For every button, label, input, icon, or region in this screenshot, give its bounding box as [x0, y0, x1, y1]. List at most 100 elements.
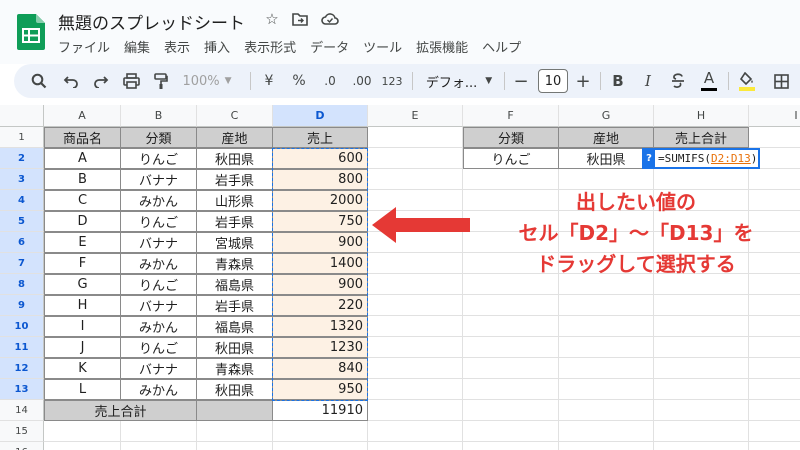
empty-cell[interactable]	[273, 442, 368, 450]
table-cell[interactable]: りんご	[120, 274, 197, 295]
column-header-d[interactable]: D	[273, 105, 368, 127]
empty-cell[interactable]	[654, 400, 749, 421]
table-cell[interactable]: 900	[272, 232, 368, 253]
column-header-f[interactable]: F	[463, 105, 559, 127]
row-header-16[interactable]: 16	[0, 442, 44, 450]
empty-cell[interactable]	[44, 421, 121, 442]
empty-cell[interactable]	[368, 169, 463, 190]
empty-cell[interactable]	[654, 379, 749, 400]
font-size-input[interactable]: 10	[538, 69, 568, 93]
table-cell[interactable]: 950	[272, 379, 368, 400]
paint-format-icon[interactable]	[150, 64, 172, 98]
table-cell[interactable]: 220	[272, 295, 368, 316]
total-value-cell[interactable]: 11910	[272, 400, 368, 421]
table-cell[interactable]: 岩手県	[196, 211, 273, 232]
table-header-category[interactable]: 分類	[120, 127, 197, 148]
menu-format[interactable]: 表示形式	[244, 37, 296, 57]
cloud-status-icon[interactable]	[320, 9, 340, 29]
formula-cell-h2[interactable]: ? =SUMIFS(D2:D13)	[642, 148, 760, 169]
empty-cell[interactable]	[559, 316, 654, 337]
menu-insert[interactable]: 挿入	[204, 37, 230, 57]
empty-cell[interactable]	[463, 358, 559, 379]
sheets-logo-icon[interactable]	[17, 14, 45, 50]
column-header-a[interactable]: A	[44, 105, 121, 127]
table-cell[interactable]: みかん	[120, 190, 197, 211]
table-cell[interactable]: 岩手県	[196, 295, 273, 316]
empty-cell[interactable]	[463, 316, 559, 337]
italic-button[interactable]: I	[638, 64, 658, 98]
document-title[interactable]: 無題のスプレッドシート	[58, 9, 245, 34]
empty-cell[interactable]	[368, 295, 463, 316]
criteria-category-cell[interactable]: りんご	[463, 148, 559, 169]
table-cell[interactable]: 福島県	[196, 274, 273, 295]
menu-view[interactable]: 表示	[164, 37, 190, 57]
table-cell[interactable]: 2000	[272, 190, 368, 211]
table-cell[interactable]: バナナ	[120, 169, 197, 190]
row-header-13[interactable]: 13	[0, 379, 44, 400]
empty-cell[interactable]	[273, 421, 368, 442]
empty-cell[interactable]	[654, 337, 749, 358]
row-header-4[interactable]: 4	[0, 190, 44, 211]
strikethrough-icon[interactable]	[668, 64, 688, 98]
row-header-15[interactable]: 15	[0, 421, 44, 442]
empty-cell[interactable]	[749, 379, 800, 400]
row-header-9[interactable]: 9	[0, 295, 44, 316]
menu-edit[interactable]: 編集	[124, 37, 150, 57]
table-cell[interactable]: G	[44, 274, 121, 295]
empty-cell[interactable]	[654, 295, 749, 316]
table-cell[interactable]: L	[44, 379, 121, 400]
undo-icon[interactable]	[60, 64, 82, 98]
column-header-c[interactable]: C	[197, 105, 273, 127]
increase-font-size-icon[interactable]: +	[574, 64, 592, 98]
row-header-8[interactable]: 8	[0, 274, 44, 295]
table-header-sales[interactable]: 売上	[272, 127, 368, 148]
currency-format-button[interactable]: ¥	[260, 64, 278, 98]
text-color-button[interactable]: A	[698, 64, 720, 98]
menu-help[interactable]: ヘルプ	[482, 37, 521, 57]
empty-cell[interactable]	[121, 421, 197, 442]
row-header-3[interactable]: 3	[0, 169, 44, 190]
empty-cell[interactable]	[463, 442, 559, 450]
empty-cell[interactable]	[44, 442, 121, 450]
table-cell[interactable]: 800	[272, 169, 368, 190]
empty-cell[interactable]	[749, 421, 800, 442]
empty-cell[interactable]	[463, 421, 559, 442]
empty-cell[interactable]	[749, 295, 800, 316]
search-icon[interactable]	[28, 64, 50, 98]
table-cell[interactable]: 青森県	[196, 358, 273, 379]
table-cell[interactable]: 秋田県	[196, 148, 273, 169]
empty-cell[interactable]	[463, 337, 559, 358]
empty-cell[interactable]	[559, 295, 654, 316]
empty-cell[interactable]	[559, 400, 654, 421]
table-cell[interactable]: 1400	[272, 253, 368, 274]
empty-cell[interactable]	[559, 421, 654, 442]
criteria-origin-cell[interactable]: 秋田県	[558, 148, 654, 169]
total-label-cell[interactable]: 売上合計	[44, 400, 197, 421]
table-header-product[interactable]: 商品名	[44, 127, 121, 148]
empty-cell[interactable]	[749, 316, 800, 337]
empty-cell[interactable]	[368, 421, 463, 442]
table-cell[interactable]: 900	[272, 274, 368, 295]
empty-cell[interactable]	[368, 337, 463, 358]
menu-data[interactable]: データ	[310, 37, 349, 57]
table-cell[interactable]: りんご	[120, 211, 197, 232]
table-cell[interactable]: F	[44, 253, 121, 274]
criteria-header-category[interactable]: 分類	[463, 127, 559, 148]
criteria-header-total[interactable]: 売上合計	[653, 127, 749, 148]
table-cell[interactable]: 750	[272, 211, 368, 232]
empty-cell[interactable]	[463, 400, 559, 421]
empty-cell[interactable]	[654, 316, 749, 337]
column-header-g[interactable]: G	[559, 105, 654, 127]
row-header-7[interactable]: 7	[0, 253, 44, 274]
row-header-1[interactable]: 1	[0, 127, 44, 148]
empty-cell[interactable]	[368, 253, 463, 274]
table-cell[interactable]: B	[44, 169, 121, 190]
column-header-h[interactable]: H	[654, 105, 749, 127]
table-cell[interactable]: 岩手県	[196, 169, 273, 190]
table-cell[interactable]: 840	[272, 358, 368, 379]
criteria-header-origin[interactable]: 産地	[558, 127, 654, 148]
empty-cell[interactable]	[559, 337, 654, 358]
empty-cell[interactable]	[368, 442, 463, 450]
decrease-decimal-button[interactable]: .0	[318, 64, 342, 98]
empty-cell[interactable]	[368, 358, 463, 379]
